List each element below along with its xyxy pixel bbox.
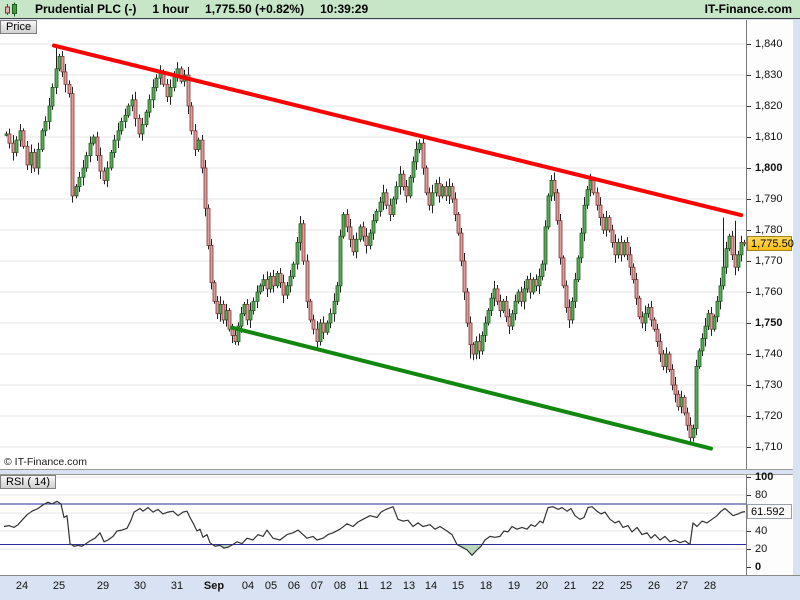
price-tick-label: 1,840 [747, 37, 783, 51]
price-panel-tab[interactable]: Price [0, 20, 38, 34]
date-label: 27 [675, 580, 689, 592]
date-label: 19 [507, 580, 521, 592]
date-label: 11 [357, 580, 369, 592]
price-tick-label: 1,730 [747, 378, 783, 392]
quote-change-label: 1,775.50 (+0.82%) [205, 2, 305, 16]
date-label: 06 [287, 580, 301, 592]
price-tick-label: 1,780 [747, 223, 783, 237]
price-tick-label: 1,770 [747, 254, 783, 268]
date-label: 21 [563, 580, 577, 592]
rsi-axis: 61.592 100 80 40 20 0 [746, 471, 793, 575]
clock-label: 10:39:29 [320, 2, 369, 16]
price-axis: 1,775.50 1,840 1,830 1,820 1,810 1,800 1,790 1… [746, 20, 794, 469]
date-label: 15 [451, 580, 465, 592]
timeframe-label: 1 hour [152, 2, 190, 16]
date-label: 08 [333, 580, 347, 592]
price-tick-label: 1,760 [747, 285, 783, 299]
chart-window: { "header": { "title": "Prudential PLC (… [0, 0, 800, 600]
rsi-tick-label: 40 [747, 524, 767, 538]
price-tick-label: 1,790 [747, 192, 783, 206]
price-tick-label: 1,820 [747, 99, 783, 113]
rsi-line [3, 500, 746, 556]
date-label: 07 [310, 580, 324, 592]
date-label: 14 [424, 580, 438, 592]
price-panel: Price © IT-Finance.com 1,775.50 1,840 1,8… [0, 20, 794, 470]
rsi-tick-label: 0 [747, 560, 761, 574]
brand-label: IT-Finance.com [704, 2, 792, 16]
price-tick-label: 1,720 [747, 409, 783, 423]
date-label: 22 [591, 580, 605, 592]
candlestick-logo-icon [5, 2, 17, 16]
price-tick-label: 1,810 [747, 130, 783, 144]
price-chart-canvas[interactable] [0, 20, 746, 469]
price-tick-label: 1,830 [747, 68, 783, 82]
date-label: 30 [133, 580, 147, 592]
title-bar: Prudential PLC (-) 1 hour 1,775.50 (+0.8… [0, 0, 800, 19]
last-price-badge: 1,775.50 [747, 235, 794, 251]
date-label: 31 [170, 580, 184, 592]
date-label: 26 [647, 580, 661, 592]
date-label: 13 [402, 580, 416, 592]
date-label: 18 [479, 580, 493, 592]
trendline-descending-support[interactable] [230, 325, 713, 451]
price-tick-label: 1,740 [747, 347, 783, 361]
price-tick-label: 1,750 [747, 316, 783, 330]
rsi-panel: RSI ( 14) 61.592 100 80 40 20 0 [0, 471, 793, 575]
date-label: 24 [15, 580, 29, 592]
date-label: 05 [264, 580, 278, 592]
watermark: © IT-Finance.com [4, 456, 88, 468]
date-label: 25 [52, 580, 66, 592]
date-label: 20 [535, 580, 549, 592]
rsi-value-badge: 61.592 [747, 503, 792, 519]
date-label: Sep [203, 580, 225, 592]
rsi-oversold-shade [4, 544, 745, 556]
rsi-tick-label: 80 [747, 488, 767, 502]
rsi-panel-tab[interactable]: RSI ( 14) [0, 475, 57, 489]
rsi-tick-label: 20 [747, 542, 767, 556]
price-tick-label: 1,800 [747, 161, 783, 175]
rsi-tick-label: 100 [747, 470, 773, 484]
date-label: 28 [703, 580, 717, 592]
date-label: 12 [379, 580, 393, 592]
price-tick-label: 1,710 [747, 440, 783, 454]
instrument-title: Prudential PLC (-) [35, 2, 137, 16]
candlestick-series [4, 56, 746, 439]
date-axis: 24 25 29 30 31 Sep 04 05 06 07 08 11 12 13 14 15 18 19 20 2… [0, 575, 800, 600]
rsi-chart-canvas[interactable] [0, 475, 746, 575]
date-label: 29 [96, 580, 110, 592]
date-label: 04 [241, 580, 255, 592]
date-label: 25 [619, 580, 633, 592]
